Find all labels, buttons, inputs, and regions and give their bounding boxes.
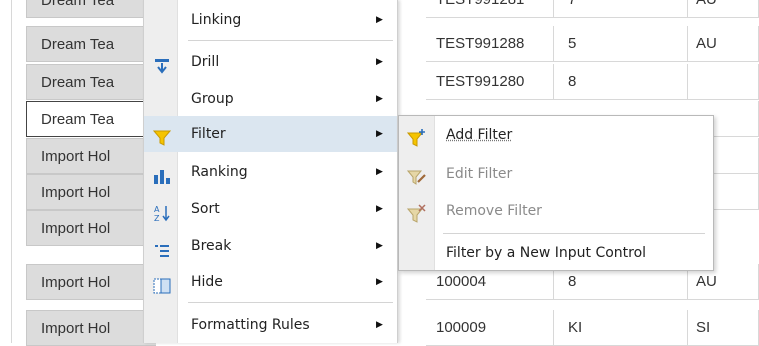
submenu-arrow-icon: ▶	[376, 2, 383, 38]
sort-az-icon: AZ	[153, 200, 171, 218]
table-cell[interactable]: KI	[554, 310, 688, 346]
edit-filter-icon	[407, 165, 427, 185]
table-cell-name[interactable]: Import Hol	[26, 138, 156, 174]
table-cell-name[interactable]: Import Hol	[26, 174, 156, 210]
menu-item-drill[interactable]: Drill ▶	[144, 44, 397, 80]
menu-item-label: Ranking	[191, 154, 248, 190]
table-cell-name-selected[interactable]: Dream Tea	[26, 101, 156, 137]
menu-item-formatting-rules[interactable]: Formatting Rules ▶	[144, 307, 397, 343]
table-cell[interactable]: TEST991281	[426, 0, 554, 18]
menu-item-label: Linking	[191, 2, 241, 38]
table-cell-name[interactable]: Dream Tea	[26, 64, 156, 100]
submenu-arrow-icon: ▶	[376, 154, 383, 190]
menu-item-label: Break	[191, 228, 231, 264]
table-cell[interactable]: 5	[554, 26, 688, 62]
menu-item-hide[interactable]: Hide ▶	[144, 264, 397, 300]
submenu-arrow-icon: ▶	[376, 264, 383, 300]
menu-item-label: Sort	[191, 191, 220, 227]
submenu-arrow-icon: ▶	[376, 116, 383, 152]
table-cell[interactable]: 7	[554, 0, 688, 18]
add-filter-icon	[407, 126, 427, 146]
submenu-arrow-icon: ▶	[376, 191, 383, 227]
menu-item-label: Formatting Rules	[191, 307, 310, 343]
menu-separator	[188, 40, 393, 41]
submenu-item-label: Edit Filter	[446, 156, 512, 192]
remove-filter-icon	[407, 202, 427, 222]
submenu-item-remove-filter[interactable]: Remove Filter	[399, 193, 713, 229]
break-icon	[153, 237, 171, 255]
svg-text:A: A	[154, 205, 160, 214]
context-menu: Linking ▶ Drill ▶ Group ▶ Filter ▶ Ranki…	[143, 0, 398, 343]
submenu-item-label: Filter by a New Input Control	[446, 235, 646, 271]
table-cell[interactable]: TEST991288	[426, 26, 554, 62]
drill-icon	[153, 53, 171, 71]
submenu-arrow-icon: ▶	[376, 81, 383, 117]
submenu-item-filter-by-input-control[interactable]: Filter by a New Input Control	[399, 235, 713, 271]
menu-item-label: Group	[191, 81, 234, 117]
ranking-icon	[153, 163, 171, 181]
table-cell[interactable]: 8	[554, 64, 688, 100]
menu-item-linking[interactable]: Linking ▶	[144, 2, 397, 38]
submenu-item-label: Remove Filter	[446, 193, 542, 229]
table-cell-name[interactable]: Import Hol	[26, 310, 156, 346]
table-cell[interactable]: 100009	[426, 310, 554, 346]
left-rail	[0, 0, 12, 343]
filter-submenu: Add Filter Edit Filter Remove Filter Fil…	[398, 115, 714, 271]
menu-item-label: Filter	[191, 116, 226, 152]
table-cell[interactable]: SI	[688, 310, 759, 346]
submenu-separator	[443, 233, 705, 234]
menu-item-label: Hide	[191, 264, 223, 300]
submenu-arrow-icon: ▶	[376, 228, 383, 264]
table-cell-name[interactable]: Import Hol	[26, 210, 156, 246]
table-cell-name[interactable]: Import Hol	[26, 264, 156, 300]
submenu-item-add-filter[interactable]: Add Filter	[399, 117, 713, 153]
svg-text:Z: Z	[154, 214, 160, 222]
submenu-arrow-icon: ▶	[376, 44, 383, 80]
submenu-item-label: Add Filter	[446, 117, 512, 153]
menu-separator	[188, 302, 393, 303]
submenu-item-edit-filter[interactable]: Edit Filter	[399, 156, 713, 192]
table-cell[interactable]: AU	[688, 0, 759, 18]
table-cell[interactable]: AU	[688, 26, 759, 62]
table-cell-name[interactable]: Dream Tea	[26, 0, 156, 18]
table-cell[interactable]	[688, 64, 759, 100]
menu-item-group[interactable]: Group ▶	[144, 81, 397, 117]
menu-item-ranking[interactable]: Ranking ▶	[144, 154, 397, 190]
menu-item-label: Drill	[191, 44, 219, 80]
menu-item-sort[interactable]: AZ Sort ▶	[144, 191, 397, 227]
filter-icon	[153, 125, 171, 143]
table-cell-name[interactable]: Dream Tea	[26, 26, 156, 62]
submenu-arrow-icon: ▶	[376, 307, 383, 343]
menu-item-filter[interactable]: Filter ▶	[144, 116, 397, 152]
menu-item-break[interactable]: Break ▶	[144, 228, 397, 264]
hide-icon	[153, 273, 171, 291]
table-cell[interactable]: TEST991280	[426, 64, 554, 100]
